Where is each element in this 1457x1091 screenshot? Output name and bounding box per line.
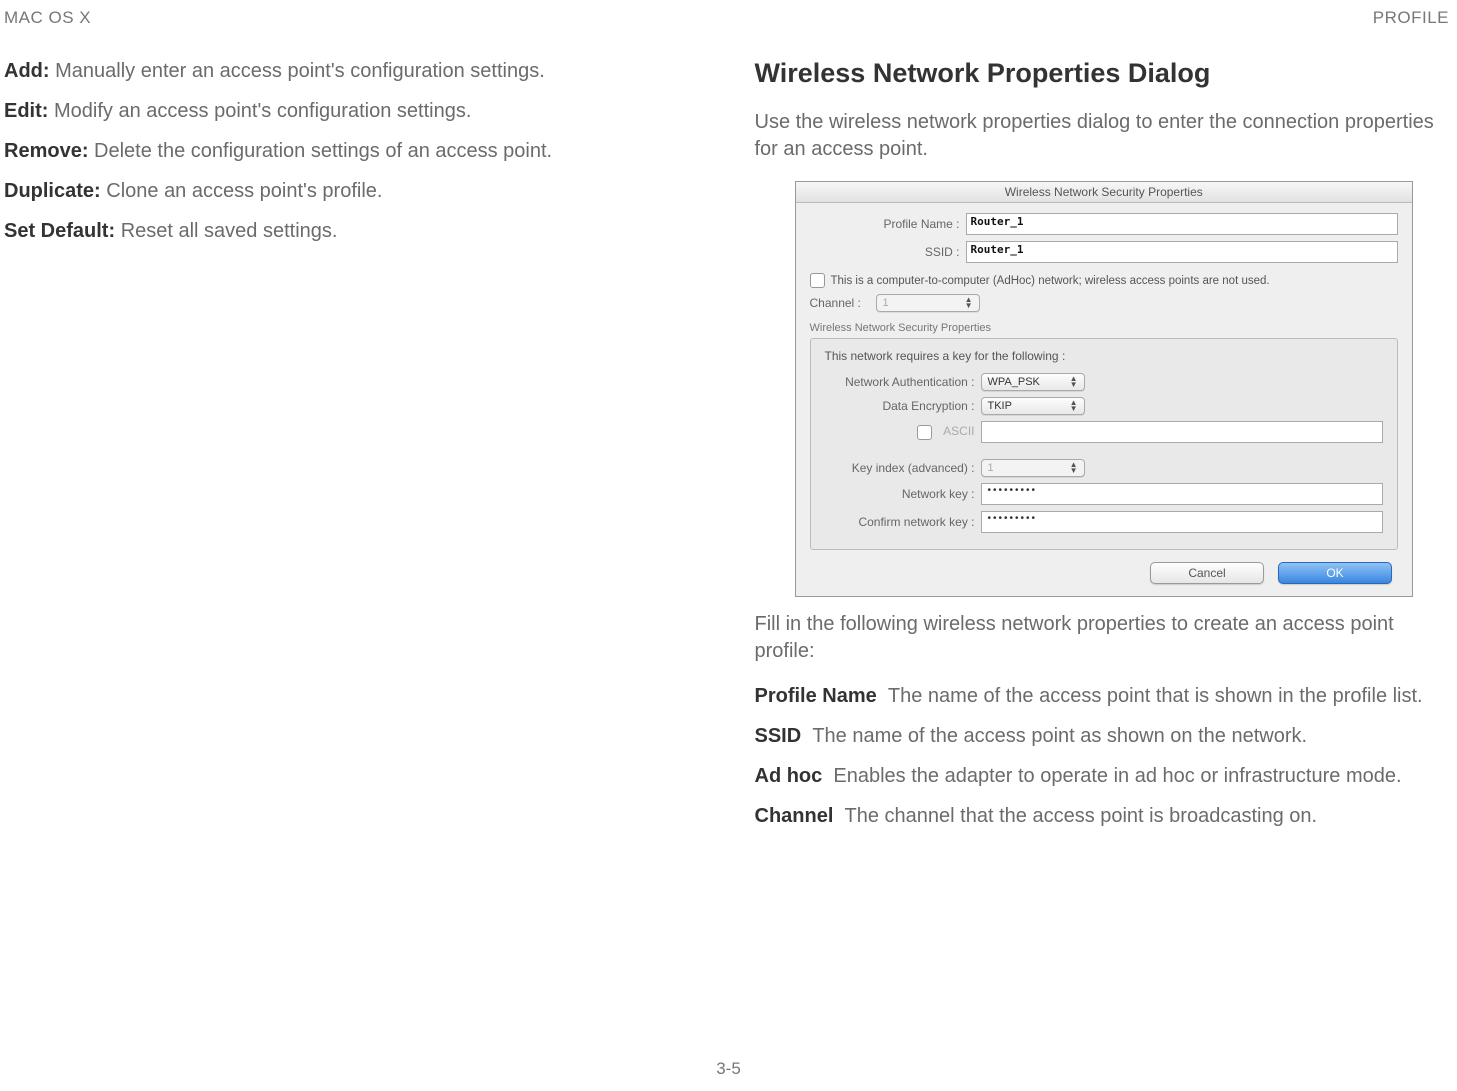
ascii-label: ASCII [943, 424, 974, 438]
network-key-input[interactable]: ••••••••• [981, 483, 1384, 505]
def-set-default: Set Default: Reset all saved settings. [4, 218, 703, 244]
panel-msg: This network requires a key for the foll… [825, 349, 1384, 363]
header-right: PROFILE [1373, 8, 1449, 28]
auth-label: Network Authentication : [825, 375, 981, 389]
section-heading: Wireless Network Properties Dialog [755, 58, 1454, 89]
enc-label: Data Encryption : [825, 399, 981, 413]
prop-channel: Channel The channel that the access poin… [755, 803, 1454, 829]
def-remove: Remove: Delete the configuration setting… [4, 138, 703, 164]
header-left: MAC OS X [4, 8, 91, 28]
page-number: 3-5 [0, 1059, 1457, 1079]
adhoc-checkbox[interactable] [810, 273, 825, 288]
prop-profile-name: Profile Name The name of the access poin… [755, 683, 1454, 709]
key-index-select[interactable]: 1 ▲▼ [981, 459, 1085, 477]
key-index-label: Key index (advanced) : [825, 461, 981, 475]
confirm-key-label: Confirm network key : [825, 515, 981, 529]
after-img-para: Fill in the following wireless network p… [755, 611, 1454, 665]
def-duplicate: Duplicate: Clone an access point's profi… [4, 178, 703, 204]
ascii-row: ASCII [825, 424, 981, 439]
ssid-input[interactable]: Router_1 [966, 241, 1399, 263]
adhoc-text: This is a computer-to-computer (AdHoc) n… [831, 275, 1270, 287]
auth-select[interactable]: WPA_PSK ▲▼ [981, 373, 1085, 391]
security-subheader: Wireless Network Security Properties [810, 322, 1399, 334]
confirm-key-input[interactable]: ••••••••• [981, 511, 1384, 533]
intro-para: Use the wireless network properties dial… [755, 109, 1454, 163]
chevron-updown-icon: ▲▼ [1070, 376, 1078, 388]
profile-name-label: Profile Name : [810, 217, 966, 231]
properties-dialog: Wireless Network Security Properties Pro… [795, 181, 1414, 597]
profile-name-input[interactable]: Router_1 [966, 213, 1399, 235]
chevron-updown-icon: ▲▼ [965, 297, 973, 309]
def-add: Add: Manually enter an access point's co… [4, 58, 703, 84]
def-edit: Edit: Modify an access point's configura… [4, 98, 703, 124]
enc-select[interactable]: TKIP ▲▼ [981, 397, 1085, 415]
ok-button[interactable]: OK [1278, 562, 1392, 584]
channel-label: Channel : [810, 296, 876, 310]
prop-adhoc: Ad hoc Enables the adapter to operate in… [755, 763, 1454, 789]
right-column: Wireless Network Properties Dialog Use t… [755, 58, 1454, 843]
prop-ssid: SSID The name of the access point as sho… [755, 723, 1454, 749]
network-key-label: Network key : [825, 487, 981, 501]
chevron-updown-icon: ▲▼ [1070, 400, 1078, 412]
ssid-label: SSID : [810, 245, 966, 259]
channel-select[interactable]: 1 ▲▼ [876, 294, 980, 312]
left-column: Add: Manually enter an access point's co… [4, 58, 703, 843]
chevron-updown-icon: ▲▼ [1070, 462, 1078, 474]
dialog-title: Wireless Network Security Properties [796, 182, 1413, 203]
security-panel: This network requires a key for the foll… [810, 338, 1399, 550]
cancel-button[interactable]: Cancel [1150, 562, 1264, 584]
ascii-checkbox[interactable] [917, 425, 932, 440]
ascii-input[interactable] [981, 421, 1384, 443]
